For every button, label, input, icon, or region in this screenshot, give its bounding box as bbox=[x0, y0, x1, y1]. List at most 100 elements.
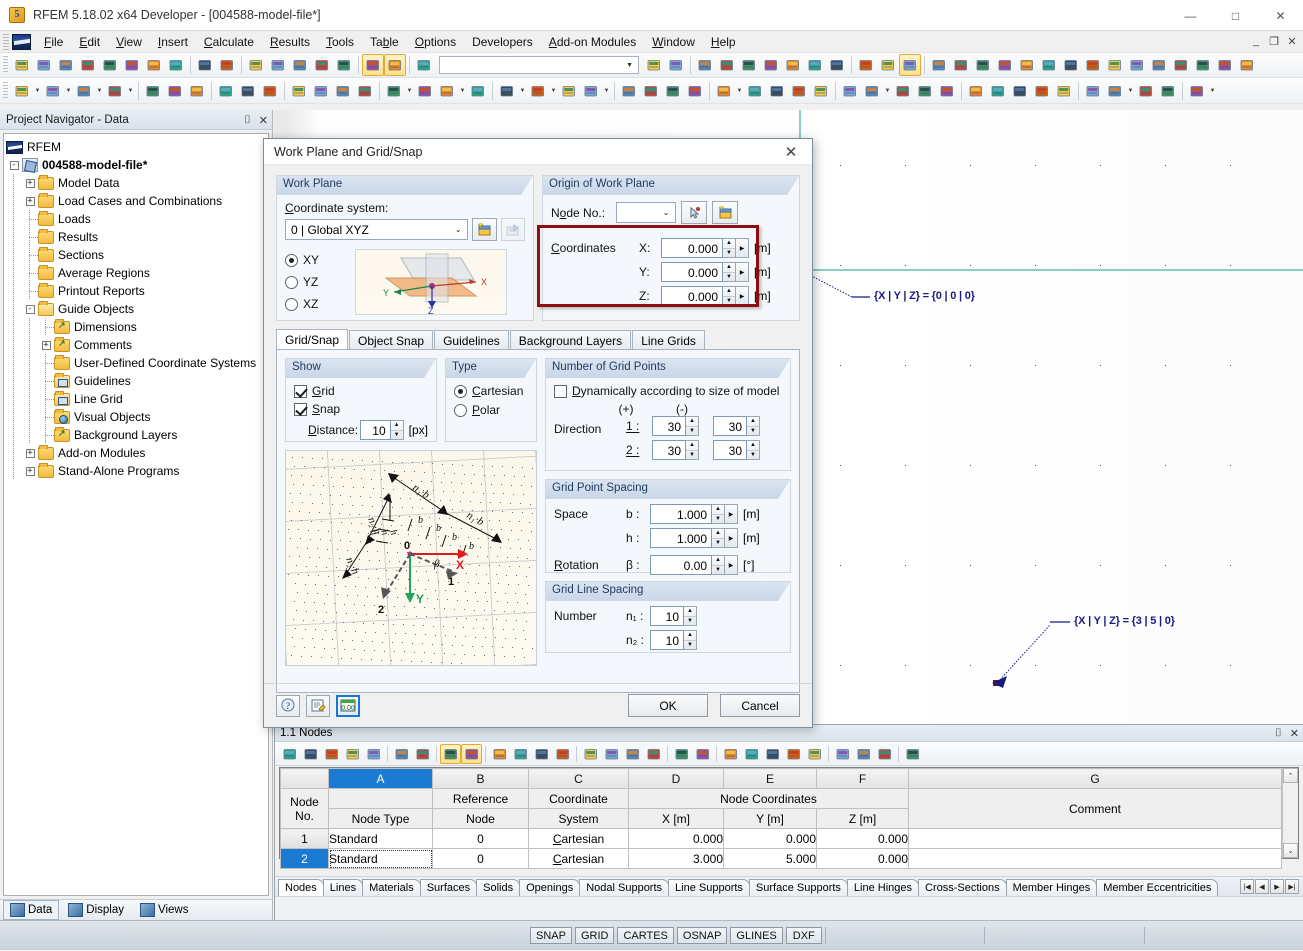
tree-expander-slot[interactable]: - bbox=[6, 156, 22, 174]
menu-item-tools[interactable]: Tools bbox=[318, 32, 362, 52]
chevron-down-icon[interactable]: ▼ bbox=[735, 80, 744, 102]
load-down2-icon[interactable] bbox=[1192, 54, 1214, 76]
ok-button[interactable]: OK bbox=[628, 694, 708, 717]
grid-view-icon[interactable] bbox=[384, 54, 406, 76]
sheet-nav-button-2[interactable]: ▶ bbox=[1270, 879, 1284, 894]
insert-row2-icon[interactable] bbox=[643, 744, 664, 764]
tree-item-dimensions[interactable]: Dimensions bbox=[6, 318, 266, 336]
column-header-D[interactable]: D bbox=[629, 769, 724, 789]
new-solid-icon[interactable] bbox=[310, 80, 332, 102]
zoom-out-icon[interactable] bbox=[662, 80, 684, 102]
chevron-down-icon[interactable]: ▼ bbox=[602, 80, 611, 102]
chevron-down-icon[interactable]: ▼ bbox=[1208, 80, 1217, 102]
navigator-pin-button[interactable]: ⌷ bbox=[244, 114, 251, 127]
interpolate-icon[interactable] bbox=[342, 744, 363, 764]
dialog-tab-line-grids[interactable]: Line Grids bbox=[632, 330, 705, 350]
edit-section-icon[interactable] bbox=[245, 54, 267, 76]
workplane3-icon[interactable] bbox=[950, 54, 972, 76]
sheet-tab-lines[interactable]: Lines bbox=[323, 879, 363, 896]
table-lines-icon[interactable] bbox=[1104, 80, 1126, 102]
mirror-icon[interactable] bbox=[1060, 54, 1082, 76]
spacing-more-button[interactable]: ▶ bbox=[725, 504, 738, 524]
navigator-tab-views[interactable]: Views bbox=[133, 900, 195, 920]
menu-grip[interactable] bbox=[3, 34, 9, 50]
new-object-icon[interactable] bbox=[414, 80, 436, 102]
sheet-tab-surfaces[interactable]: Surfaces bbox=[420, 879, 477, 896]
cell-comment[interactable] bbox=[909, 829, 1282, 849]
edit-cell-icon[interactable] bbox=[720, 744, 741, 764]
load-line-icon[interactable] bbox=[1236, 54, 1258, 76]
print-preview-icon[interactable] bbox=[165, 54, 187, 76]
distance-spin-buttons[interactable]: ▲▼ bbox=[391, 420, 404, 440]
spacing-more-button[interactable]: ▶ bbox=[725, 528, 738, 548]
table-close-button[interactable]: ✕ bbox=[1290, 727, 1299, 740]
snap-checkbox[interactable] bbox=[294, 403, 307, 416]
sheet-tab-nodes[interactable]: Nodes bbox=[278, 879, 324, 896]
sheet-tab-member-eccentricities[interactable]: Member Eccentricities bbox=[1096, 879, 1218, 896]
new-node-icon[interactable] bbox=[11, 80, 33, 102]
menu-item-add-on-modules[interactable]: Add-on Modules bbox=[541, 32, 644, 52]
tree-expander[interactable]: + bbox=[42, 341, 51, 350]
cross-icon[interactable] bbox=[1082, 54, 1104, 76]
columns-icon[interactable] bbox=[671, 744, 692, 764]
stack3-icon[interactable] bbox=[558, 80, 580, 102]
stack2-icon[interactable] bbox=[527, 80, 549, 102]
tree-expander[interactable]: - bbox=[26, 305, 35, 314]
axis-x-icon[interactable] bbox=[744, 80, 766, 102]
new-line-icon[interactable] bbox=[42, 80, 64, 102]
prev-table-icon[interactable] bbox=[391, 744, 412, 764]
info-icon[interactable] bbox=[1104, 54, 1126, 76]
new-support-icon[interactable] bbox=[142, 80, 164, 102]
tree-item-load-cases-and-combinations[interactable]: +Load Cases and Combinations bbox=[6, 192, 266, 210]
open-file-icon[interactable] bbox=[33, 54, 55, 76]
new-dimension-icon[interactable] bbox=[73, 80, 95, 102]
status-toggle-grid[interactable]: GRID bbox=[575, 927, 615, 944]
redo-icon[interactable] bbox=[461, 744, 482, 764]
node-no-select[interactable]: ⌄ bbox=[616, 202, 676, 223]
load-surface-icon[interactable] bbox=[1214, 54, 1236, 76]
prev-icon[interactable] bbox=[643, 54, 665, 76]
insert-down-icon[interactable] bbox=[413, 54, 435, 76]
cell-comment[interactable] bbox=[909, 849, 1282, 869]
new-opening-icon[interactable] bbox=[288, 80, 310, 102]
tree-item-average-regions[interactable]: Average Regions bbox=[6, 264, 266, 282]
cell-z[interactable]: 0.000 bbox=[817, 849, 909, 869]
menu-item-help[interactable]: Help bbox=[703, 32, 744, 52]
line-spacing-value[interactable]: 10 bbox=[650, 606, 684, 626]
work-plane-dialog[interactable]: Work Plane and Grid/Snap ✕ Work Plane Co… bbox=[263, 138, 813, 728]
direction-plus-value[interactable]: 30 bbox=[652, 416, 686, 436]
tree-expander-slot[interactable]: + bbox=[22, 462, 38, 480]
support-icon[interactable] bbox=[804, 54, 826, 76]
add-row-icon[interactable] bbox=[510, 744, 531, 764]
help-icon[interactable]: ? bbox=[276, 695, 300, 717]
spacing-spin-buttons[interactable]: ▲▼ bbox=[712, 528, 725, 548]
tree-expander[interactable]: + bbox=[26, 197, 35, 206]
radio-indicator[interactable] bbox=[285, 298, 298, 311]
new-coordinate-system-icon[interactable] bbox=[472, 218, 496, 241]
delete-row-icon[interactable] bbox=[622, 744, 643, 764]
direction-minus-value[interactable]: 30 bbox=[713, 440, 747, 460]
result-cube-icon[interactable] bbox=[987, 80, 1009, 102]
dialog-close-button[interactable]: ✕ bbox=[770, 139, 812, 165]
tree-expander-slot[interactable]: + bbox=[38, 336, 54, 354]
lock-icon[interactable] bbox=[902, 744, 923, 764]
guideline-icon[interactable] bbox=[994, 54, 1016, 76]
copy-icon[interactable] bbox=[383, 80, 405, 102]
chevron-down-icon[interactable]: ▼ bbox=[1126, 80, 1135, 102]
member-icon[interactable] bbox=[782, 54, 804, 76]
rotate-origin-icon[interactable] bbox=[289, 54, 311, 76]
tree-item-user-defined-coordinate-systems[interactable]: User-Defined Coordinate Systems bbox=[6, 354, 266, 372]
spacing-stepper[interactable]: 1.000▲▼▶ bbox=[650, 504, 738, 524]
load-down-icon[interactable] bbox=[1170, 54, 1192, 76]
chevron-down-icon[interactable]: ▼ bbox=[64, 80, 73, 102]
report-icon[interactable] bbox=[741, 744, 762, 764]
tree-item-comments[interactable]: +Comments bbox=[6, 336, 266, 354]
tree-item-results[interactable]: Results bbox=[6, 228, 266, 246]
column-header-B[interactable]: B bbox=[433, 769, 529, 789]
plane-radio-xz[interactable]: XZ bbox=[285, 293, 355, 315]
direction-plus-stepper[interactable]: 30▲▼ bbox=[652, 416, 699, 436]
filter-icon[interactable] bbox=[762, 744, 783, 764]
chart-icon[interactable] bbox=[363, 744, 384, 764]
nodes-grid[interactable]: ABCDEFGNodeNo.ReferenceCoordinateNode Co… bbox=[279, 767, 1299, 859]
cell-x[interactable]: 0.000 bbox=[629, 829, 724, 849]
